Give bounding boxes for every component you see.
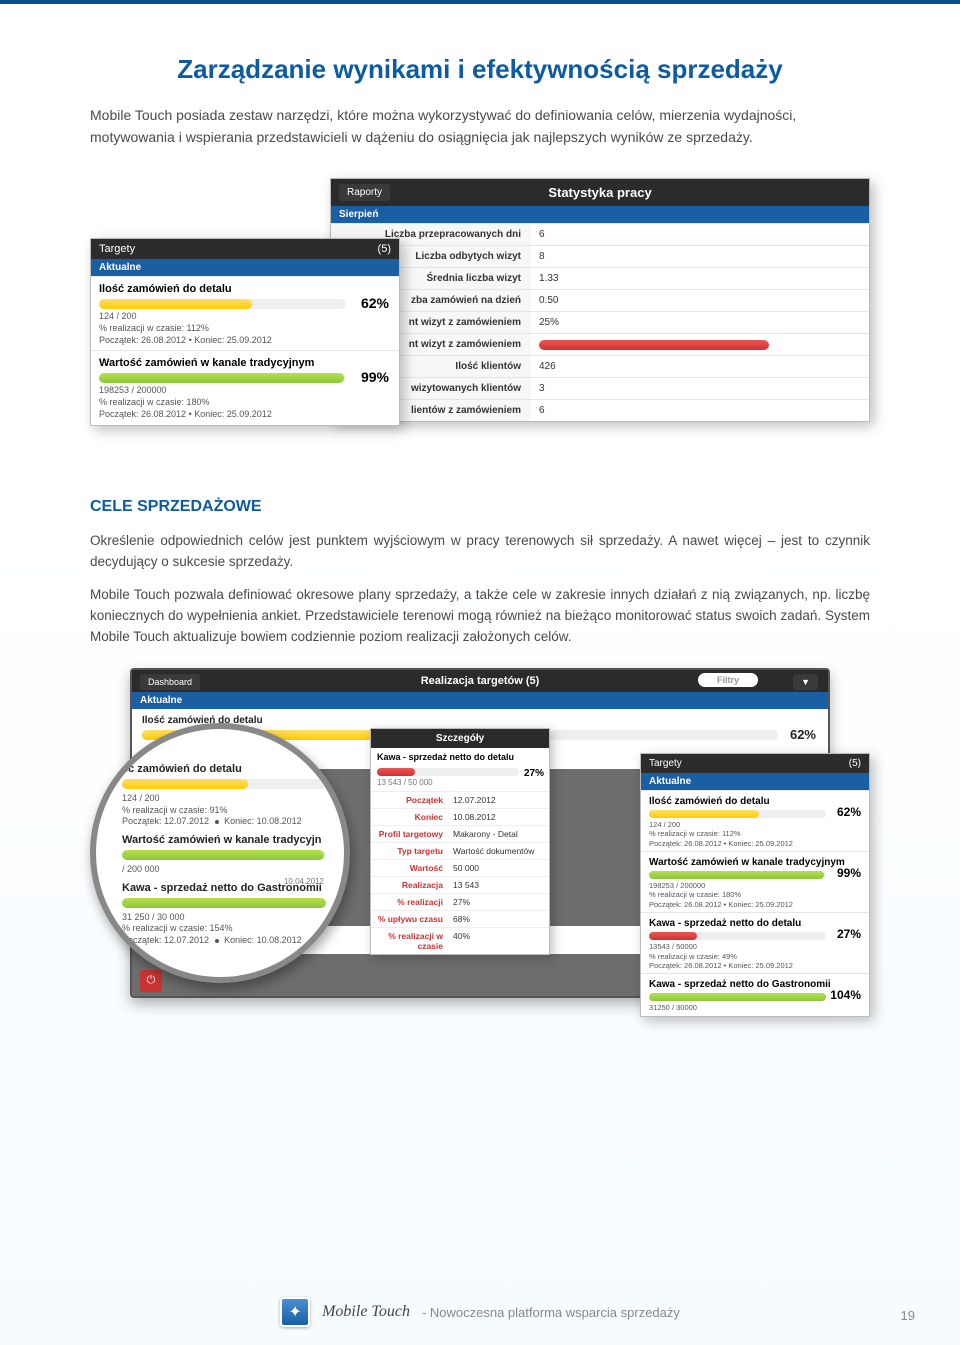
page-footer: ✦ Mobile Touch - Nowoczesna platforma ws… (0, 1297, 960, 1327)
magnifier-lens: ść zamówień do detalu 124 / 200% realiza… (90, 723, 350, 983)
lens-item: Kawa - sprzedaż netto do Gastronomii 31 … (122, 882, 326, 947)
targets2-count: (5) (849, 758, 861, 769)
targets2-sub: Aktualne (641, 773, 869, 790)
section-title: CELE SPRZEDAŻOWE (90, 498, 870, 516)
details-header: Szczegóły (371, 729, 549, 748)
section-p2: Mobile Touch pozwala definiować okresowe… (90, 585, 870, 648)
detail-row: Profil targetowyMakarony - Detal (371, 825, 549, 842)
section-p1: Określenie odpowiednich celów jest punkt… (90, 531, 870, 573)
target2-row: Wartość zamówień w kanale tradycyjnym 99… (641, 851, 869, 912)
screenshot-collage-2: Dashboard Realizacja targetów (5) Filtry… (90, 668, 870, 1018)
bp-row-pct: 62% (790, 727, 816, 742)
stat-row: nt wizyt z zamówieniem25% (331, 311, 869, 333)
stat-row: Średnia liczba wizyt1.33 (331, 267, 869, 289)
targets-title: Targety (99, 243, 135, 255)
dashboard-button[interactable]: Dashboard (140, 674, 200, 690)
footer-brand: Mobile Touch (322, 1303, 410, 1321)
lens-item: ść zamówień do detalu 124 / 200% realiza… (122, 763, 326, 828)
lens-item: Wartość zamówień w kanale tradycyjn / 20… (122, 834, 326, 876)
detail-row: Wartość50 000 (371, 859, 549, 876)
dashboard-sub: Aktualne (132, 692, 828, 709)
stat-row: Liczba przepracowanych dni6 (331, 223, 869, 245)
target2-row: Ilość zamówień do detalu 62%124 / 200% r… (641, 790, 869, 851)
target2-row: Kawa - sprzedaż netto do detalu 27%13543… (641, 912, 869, 973)
stat-row: lientów z zamówieniem6 (331, 399, 869, 421)
dashboard-title: Realizacja targetów (5) (421, 675, 540, 687)
detail-row: Koniec10.08.2012 (371, 808, 549, 825)
filter-search[interactable]: Filtry (698, 673, 758, 687)
page-title: Zarządzanie wynikami i efektywnością spr… (90, 54, 870, 85)
footer-tag: - Nowoczesna platforma wsparcia sprzedaż… (422, 1305, 680, 1320)
detail-row: Początek12.07.2012 (371, 791, 549, 808)
intro-text: Mobile Touch posiada zestaw narzędzi, kt… (90, 105, 870, 148)
details-label: Kawa - sprzedaż netto do detalu (371, 748, 549, 766)
detail-row: % realizacji27% (371, 893, 549, 910)
detail-row: Typ targetuWartość dokumentów (371, 842, 549, 859)
targets2-title: Targety (649, 758, 682, 769)
detail-row: Realizacja13 543 (371, 876, 549, 893)
targets-count: (5) (378, 243, 391, 255)
details-sub: 13 543 / 50 000 (371, 778, 549, 791)
details-card: Szczegóły Kawa - sprzedaż netto do detal… (370, 728, 550, 955)
stat-row: zba zamówień na dzień0.50 (331, 289, 869, 311)
power-icon[interactable]: ⏻ (140, 970, 162, 992)
stat-row: wizytowanych klientów3 (331, 377, 869, 399)
stat-row: Ilość klientów426 (331, 355, 869, 377)
target2-row: Kawa - sprzedaż netto do Gastronomii 104… (641, 973, 869, 1015)
target-row: Wartość zamówień w kanale tradycyjnym 99… (91, 350, 399, 424)
screenshot-collage-1: Raporty Statystyka pracy Sierpień Liczba… (90, 178, 870, 468)
targets-sub: Aktualne (91, 259, 399, 276)
stat-row: nt wizyt z zamówieniem (331, 333, 869, 355)
lens-date: 10.04.2012 (284, 877, 324, 886)
detail-row: % realizacji w czasie40% (371, 927, 549, 954)
stat-row: Liczba odbytych wizyt8 (331, 245, 869, 267)
stats-month: Sierpień (331, 206, 869, 223)
stats-card: Raporty Statystyka pracy Sierpień Liczba… (330, 178, 870, 422)
targets-header: Targety (5) (91, 239, 399, 259)
footer-logo-icon: ✦ (280, 1297, 310, 1327)
target-row: Ilość zamówień do detalu 62% 124 / 200 %… (91, 276, 399, 350)
detail-row: % upływu czasu68% (371, 910, 549, 927)
targets-card: Targety (5) Aktualne Ilość zamówień do d… (90, 238, 400, 425)
details-pct: 27% (524, 768, 544, 779)
page-number: 19 (901, 1308, 915, 1323)
stats-header: Raporty Statystyka pracy (331, 179, 869, 206)
dropdown-icon[interactable]: ▼ (793, 674, 818, 690)
reports-button[interactable]: Raporty (339, 184, 390, 201)
stats-title: Statystyka pracy (548, 185, 651, 200)
targets-card-2: Targety (5) Aktualne Ilość zamówień do d… (640, 753, 870, 1017)
